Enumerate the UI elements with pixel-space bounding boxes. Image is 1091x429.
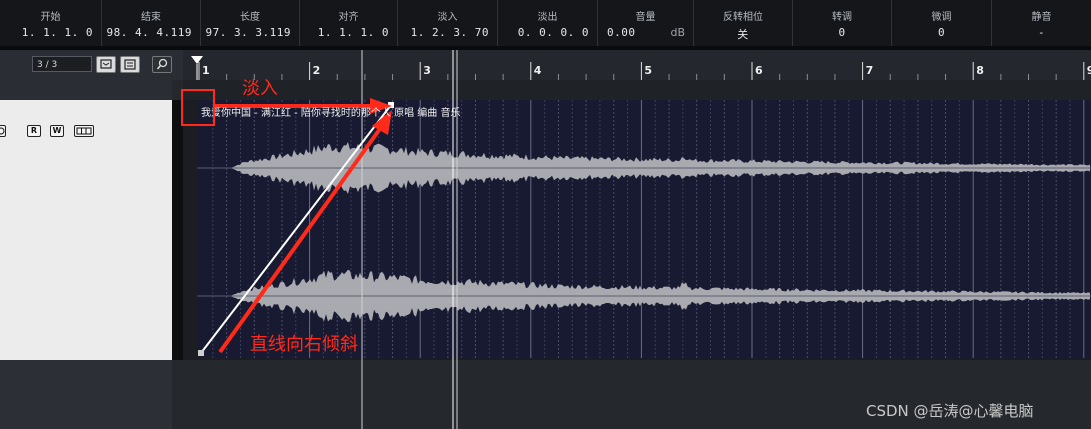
ruler-bar-label: 3 (423, 64, 431, 77)
ruler-bar-label: 5 (644, 64, 653, 77)
fade-start-handle[interactable] (198, 350, 204, 356)
ruler-bar-label: 6 (755, 64, 763, 77)
audio-event-title: 我爱你中国 - 满江红 - 陪你寻找时的那个人 原唱 编曲 音乐 (201, 108, 461, 119)
timeline-graphics (191, 50, 1091, 429)
fade-handle-highlight-box (181, 89, 215, 126)
ruler-bar-label: 4 (533, 64, 542, 77)
ruler-bar-label: 9 (1086, 64, 1091, 77)
annotation-arrows (215, 98, 392, 354)
left-locator-icon[interactable] (191, 56, 203, 64)
ruler-bar-label: 1 (202, 64, 210, 77)
ruler-bar-label: 2 (312, 64, 321, 77)
ruler-ticks (198, 62, 1085, 80)
waveform (228, 142, 1090, 323)
watermark: CSDN @岳涛@心馨电脑 (866, 402, 1034, 420)
ruler-bar-label: 7 (865, 64, 874, 77)
ruler-bar-label: 8 (976, 64, 984, 77)
tilt-annotation: 直线向右倾斜 (250, 334, 358, 355)
beat-grid-lines (212, 100, 1085, 358)
fade-in-annotation: 淡入 (242, 78, 278, 99)
